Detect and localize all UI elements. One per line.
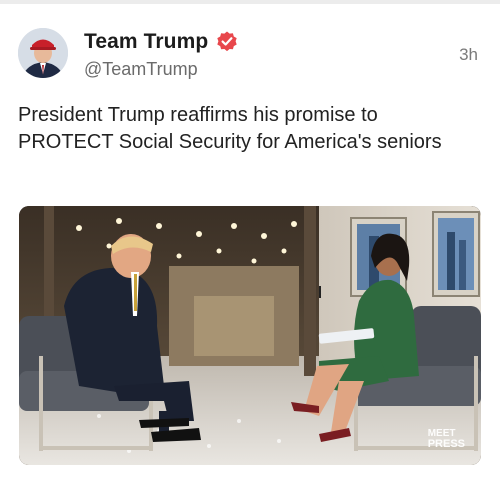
author-row: Team Trump	[84, 28, 239, 56]
post-time: 3h	[459, 45, 478, 64]
avatar[interactable]	[18, 28, 68, 78]
author-handle[interactable]: @TeamTrump	[84, 59, 198, 80]
post-text: President Trump reaffirms his promise to…	[18, 104, 442, 153]
watermark-line-2: PRESS	[427, 438, 465, 450]
verified-badge-icon	[215, 30, 239, 54]
top-divider	[0, 0, 500, 4]
author-name[interactable]: Team Trump	[84, 30, 208, 54]
post-video-thumbnail[interactable]: MEET PRESS	[19, 206, 481, 465]
meet-the-press-watermark: MEET PRESS	[427, 429, 465, 450]
